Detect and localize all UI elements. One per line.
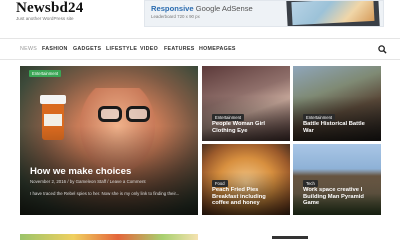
glasses-left (98, 106, 122, 122)
featured-post[interactable]: Entertainment How we make choices Novemb… (20, 66, 198, 215)
tile-2-category[interactable]: Entertainment (303, 114, 336, 121)
tile-2-title[interactable]: Battle Historical Battle War (303, 121, 375, 134)
tile-4-category[interactable]: Tech (303, 180, 318, 187)
nav-item-features[interactable]: FEATURES (164, 46, 195, 52)
tile-1-title[interactable]: People Woman Girl Clothing Eye (212, 121, 284, 134)
nav-item-fashion[interactable]: FASHION (42, 46, 68, 52)
sidebar-heading-bar (272, 236, 308, 239)
site-tagline: Just another WordPress site (16, 16, 74, 21)
ad-title: Responsive Google AdSense (151, 4, 253, 13)
featured-excerpt: I have traced the Rebel spies to her. No… (30, 191, 180, 196)
nav-item-news[interactable]: NEWS (20, 46, 37, 52)
post-tile-4[interactable]: Tech Work space creative I Building Man … (293, 144, 381, 215)
next-post-image[interactable] (20, 234, 198, 240)
featured-meta: November 2, 2016 / by Gameleon Staff / L… (30, 179, 146, 184)
nav-item-video[interactable]: VIDEO (140, 46, 158, 52)
post-tile-3[interactable]: Food Peach Fried Pies Breakfast includin… (202, 144, 290, 215)
tile-3-category[interactable]: Food (212, 180, 228, 187)
featured-category-badge[interactable]: Entertainment (29, 70, 62, 77)
glasses-right (126, 106, 150, 122)
post-tile-2[interactable]: Entertainment Battle Historical Battle W… (293, 66, 381, 141)
main-nav: NEWS FASHION GADGETS LIFESTYLE VIDEO FEA… (0, 38, 400, 60)
nav-item-homepages[interactable]: HOMEPAGES (199, 46, 236, 52)
tile-1-category[interactable]: Entertainment (212, 114, 245, 121)
adsense-banner[interactable]: Responsive Google AdSense Leaderboard 72… (144, 0, 384, 27)
nav-item-lifestyle[interactable]: LIFESTYLE (106, 46, 137, 52)
site-title[interactable]: Newsbd24 (16, 0, 83, 17)
tile-3-title[interactable]: Peach Fried Pies Breakfast including cof… (212, 187, 282, 207)
post-tile-1[interactable]: Entertainment People Woman Girl Clothing… (202, 66, 290, 141)
featured-title[interactable]: How we make choices (30, 166, 131, 177)
search-icon[interactable] (378, 45, 387, 54)
tile-4-title[interactable]: Work space creative I Building Man Pyram… (303, 187, 377, 207)
nav-item-gadgets[interactable]: GADGETS (73, 46, 101, 52)
ad-subtitle: Leaderboard 720 x 90 px (151, 14, 200, 19)
laptop-image (286, 1, 380, 26)
